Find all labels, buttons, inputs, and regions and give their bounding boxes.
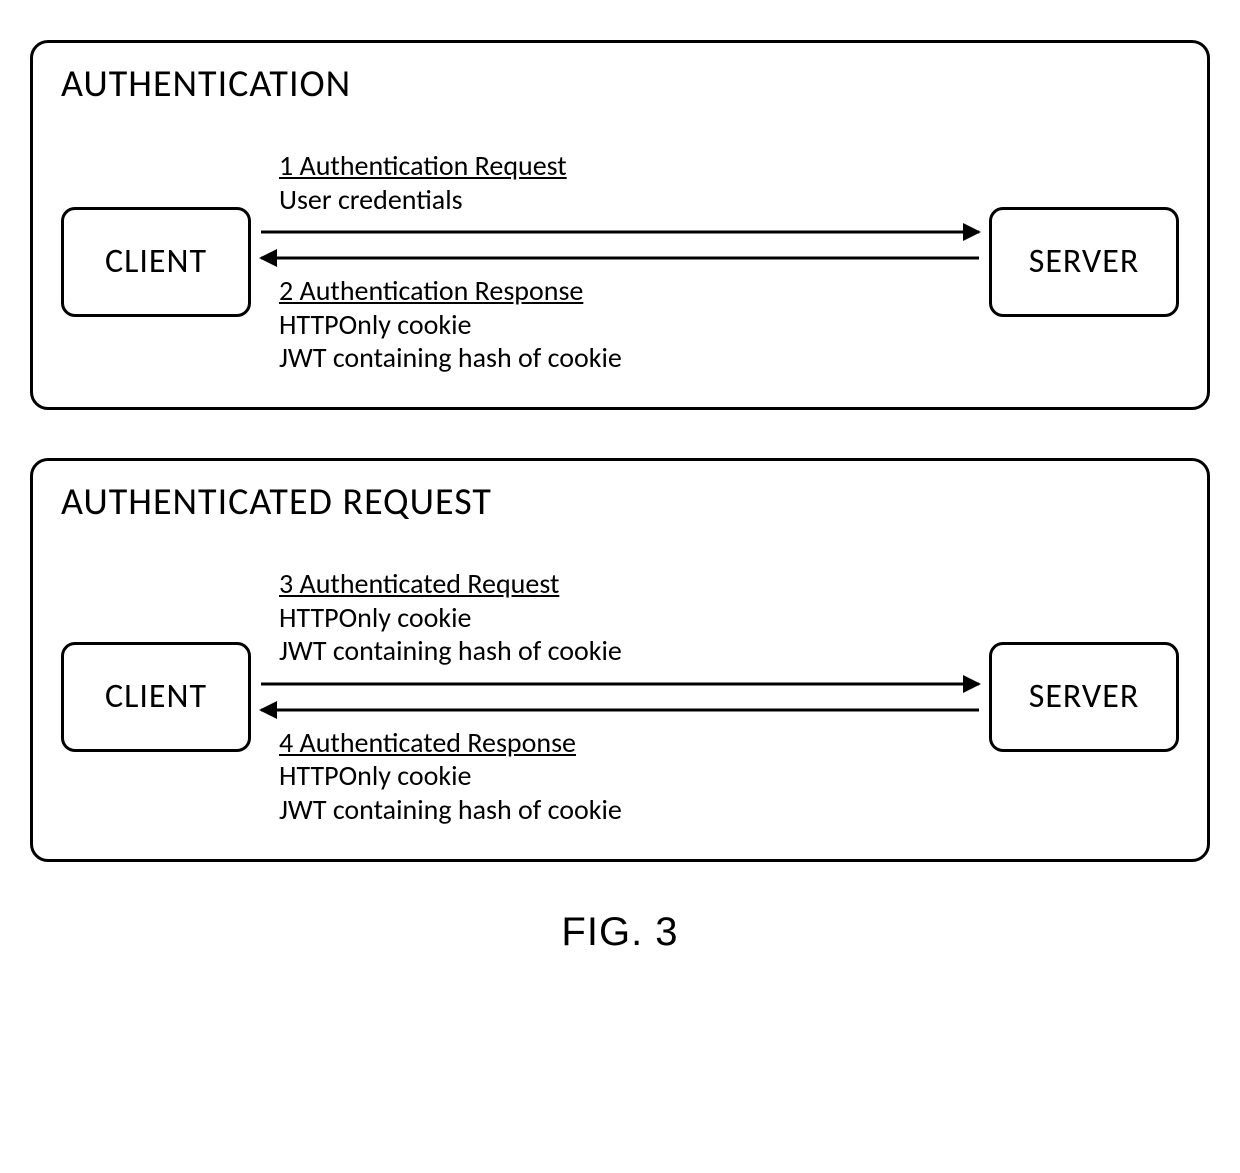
arrow-left [261,246,979,270]
response-header: 4 Authenticated Response [279,725,576,760]
request-header: 1 Authentication Request [279,148,567,183]
arrow-right [261,220,979,244]
response-body: HTTPOnly cookieJWT containing hash of co… [279,307,622,376]
diagram-row: CLIENT 1 Authentication Request User cre… [61,145,1179,379]
figure-caption: FIG. 3 [30,910,1210,955]
server-node: SERVER [989,642,1179,752]
arrow-left [261,698,979,722]
response-message: 2 Authentication Response HTTPOnly cooki… [279,274,979,375]
request-message: 1 Authentication Request User credential… [279,149,979,216]
authenticated-request-panel: AUTHENTICATED REQUEST CLIENT 3 Authentic… [30,458,1210,862]
server-node: SERVER [989,207,1179,317]
request-body: User credentials [279,182,463,217]
response-header: 2 Authentication Response [279,273,583,308]
messages-middle: 3 Authenticated Request HTTPOnly cookieJ… [251,563,989,831]
client-node: CLIENT [61,642,251,752]
panel-title: AUTHENTICATION [61,61,1179,107]
client-node: CLIENT [61,207,251,317]
request-header: 3 Authenticated Request [279,566,559,601]
request-message: 3 Authenticated Request HTTPOnly cookieJ… [279,567,979,668]
request-body: HTTPOnly cookieJWT containing hash of co… [279,600,622,669]
response-message: 4 Authenticated Response HTTPOnly cookie… [279,726,979,827]
diagram-row: CLIENT 3 Authenticated Request HTTPOnly … [61,563,1179,831]
arrow-right [261,672,979,696]
messages-middle: 1 Authentication Request User credential… [251,145,989,379]
authentication-panel: AUTHENTICATION CLIENT 1 Authentication R… [30,40,1210,410]
panel-title: AUTHENTICATED REQUEST [61,479,1179,525]
response-body: HTTPOnly cookieJWT containing hash of co… [279,758,622,827]
